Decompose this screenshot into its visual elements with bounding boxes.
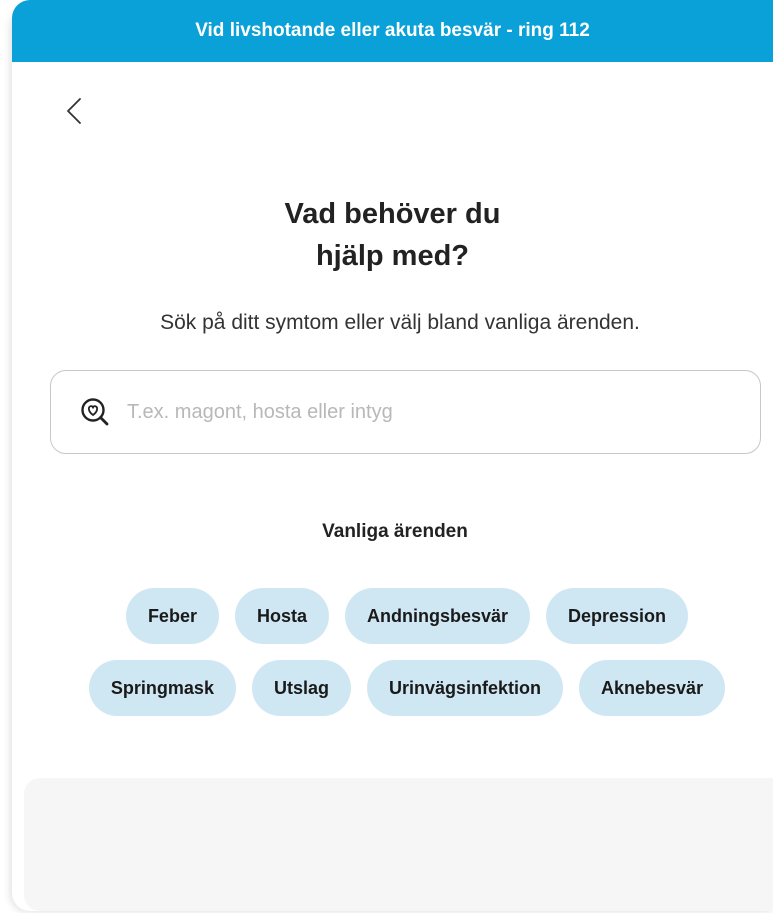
search-input[interactable] bbox=[125, 399, 729, 425]
main-card bbox=[12, 8, 773, 911]
common-issues-title: Vanliga ärenden bbox=[322, 521, 468, 542]
page-title-line-2: hjälp med? bbox=[315, 240, 470, 272]
chip-feber[interactable]: Feber bbox=[125, 588, 219, 644]
back-button[interactable] bbox=[60, 96, 88, 131]
chip-depression[interactable]: Depression bbox=[546, 588, 689, 644]
chip-hosta[interactable]: Hosta bbox=[234, 588, 329, 644]
chevron-left-icon bbox=[64, 96, 84, 131]
chip-andningsbesvar[interactable]: Andningsbesvär bbox=[344, 588, 531, 644]
common-issues-row-1: Feber Hosta Andningsbesvär Depression bbox=[0, 588, 773, 644]
chip-aknebesvar[interactable]: Aknebesvär bbox=[579, 660, 726, 716]
chip-springmask[interactable]: Springmask bbox=[88, 660, 236, 716]
page: Vid livshotande eller akuta besvär - rin… bbox=[0, 0, 773, 913]
page-title: Vad behöver du hjälp med? bbox=[12, 193, 773, 277]
emergency-banner-text: Vid livshotande eller akuta besvär - rin… bbox=[195, 20, 590, 41]
page-subtitle: Sök på ditt symtom eller välj bland vanl… bbox=[160, 311, 640, 334]
chip-urinvagsinfektion[interactable]: Urinvägsinfektion bbox=[366, 660, 564, 716]
emergency-banner: Vid livshotande eller akuta besvär - rin… bbox=[12, 0, 773, 62]
common-issues-row-2: Springmask Utslag Urinvägsinfektion Akne… bbox=[0, 660, 773, 716]
footer-area bbox=[24, 778, 773, 911]
heart-search-icon bbox=[79, 396, 111, 428]
chip-utslag[interactable]: Utslag bbox=[251, 660, 351, 716]
page-title-line-1: Vad behöver du bbox=[284, 198, 501, 230]
search-box[interactable] bbox=[50, 370, 761, 454]
